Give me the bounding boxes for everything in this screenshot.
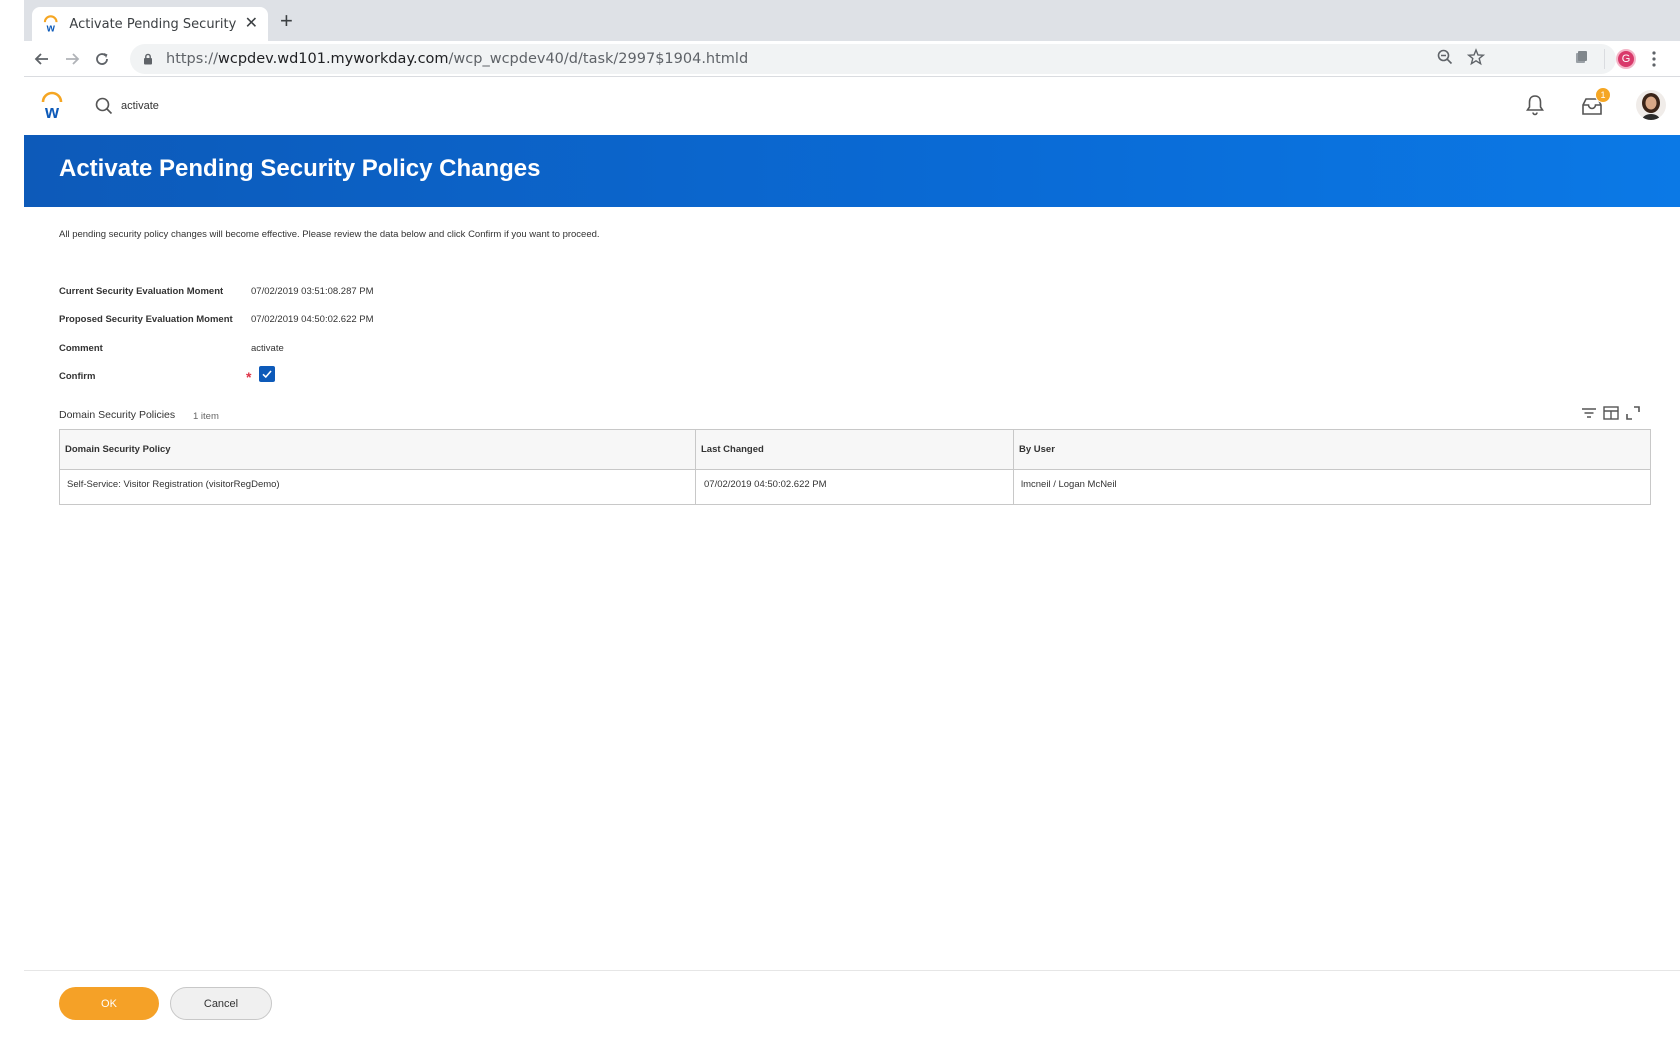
forward-arrow-icon[interactable]: [62, 49, 82, 69]
tab-title: Activate Pending Security Polic: [69, 16, 238, 32]
table-row: Self-Service: Visitor Registration (visi…: [60, 470, 1650, 504]
ok-button[interactable]: OK: [59, 987, 159, 1020]
toolbar-divider: [1604, 49, 1605, 69]
profile-avatar[interactable]: G: [1616, 49, 1636, 69]
inbox-count-badge: 1: [1595, 87, 1611, 103]
field-comment: Comment activate: [59, 339, 284, 357]
table-cell-last-changed: 07/02/2019 04:50:02.622 PM: [696, 470, 1014, 504]
checkmark-icon: [262, 370, 272, 379]
column-header[interactable]: Last Changed: [696, 430, 1014, 469]
table-cell-policy[interactable]: Self-Service: Visitor Registration (visi…: [60, 470, 696, 504]
field-label: Proposed Security Evaluation Moment: [59, 313, 233, 325]
svg-text:w: w: [46, 23, 56, 33]
instructions-text: All pending security policy changes will…: [59, 229, 600, 240]
field-proposed-evaluation-moment: Proposed Security Evaluation Moment 07/0…: [59, 310, 374, 328]
search-input[interactable]: [121, 93, 421, 119]
svg-text:w: w: [44, 102, 60, 119]
grid-title: Domain Security Policies: [59, 409, 176, 421]
notification-bell-icon[interactable]: [1524, 93, 1546, 117]
column-layout-icon[interactable]: [1602, 404, 1620, 422]
required-asterisk: *: [246, 369, 252, 385]
workday-header: w 1: [24, 77, 1680, 135]
new-tab-icon[interactable]: +: [280, 10, 293, 32]
domain-security-policies-table: Domain Security Policy Last Changed By U…: [59, 429, 1651, 505]
page-title: Activate Pending Security Policy Changes: [59, 155, 541, 182]
workday-logo-icon[interactable]: w: [40, 91, 64, 119]
field-value: 07/02/2019 04:50:02.622 PM: [251, 313, 374, 325]
tab-strip: w Activate Pending Security Polic ✕ +: [24, 0, 1680, 41]
workday-favicon-icon: w: [43, 15, 58, 33]
tab-close-icon[interactable]: ✕: [245, 16, 258, 32]
field-label: Confirm: [59, 370, 96, 382]
field-current-evaluation-moment: Current Security Evaluation Moment 07/02…: [59, 282, 374, 300]
browser-tab[interactable]: w Activate Pending Security Polic ✕: [32, 7, 268, 41]
reload-icon[interactable]: [92, 49, 112, 69]
field-label: Current Security Evaluation Moment: [59, 285, 224, 297]
filter-icon[interactable]: [1580, 404, 1598, 422]
zoom-icon[interactable]: [1436, 48, 1454, 66]
field-label: Comment: [59, 342, 103, 354]
footer-divider: [24, 970, 1680, 971]
column-header[interactable]: Domain Security Policy: [60, 430, 696, 469]
field-value: 07/02/2019 03:51:08.287 PM: [251, 285, 374, 297]
grid-item-count: 1 item: [193, 411, 219, 422]
search-icon[interactable]: [94, 96, 114, 116]
confirm-checkbox[interactable]: [259, 366, 275, 382]
cancel-button[interactable]: Cancel: [170, 987, 272, 1020]
column-header[interactable]: By User: [1014, 430, 1650, 469]
table-cell-by-user[interactable]: lmcneil / Logan McNeil: [1014, 470, 1650, 504]
fullscreen-icon[interactable]: [1624, 404, 1642, 422]
lock-icon: [144, 53, 152, 65]
extension-icon[interactable]: [1572, 48, 1590, 66]
browser-menu-icon[interactable]: [1652, 49, 1656, 69]
field-value: activate: [251, 342, 284, 354]
url-text: https://wcpdev.wd101.myworkday.com/wcp_w…: [166, 51, 749, 67]
field-confirm: Confirm: [59, 367, 251, 385]
browser-window: w Activate Pending Security Polic ✕ + ht…: [24, 0, 1680, 1063]
browser-toolbar: https://wcpdev.wd101.myworkday.com/wcp_w…: [24, 41, 1680, 77]
back-arrow-icon[interactable]: [32, 49, 52, 69]
address-bar[interactable]: https://wcpdev.wd101.myworkday.com/wcp_w…: [130, 44, 1616, 74]
page-title-banner: Activate Pending Security Policy Changes: [24, 135, 1680, 207]
table-header-row: Domain Security Policy Last Changed By U…: [60, 430, 1650, 470]
user-avatar[interactable]: [1636, 90, 1666, 120]
bookmark-star-icon[interactable]: [1467, 48, 1485, 66]
